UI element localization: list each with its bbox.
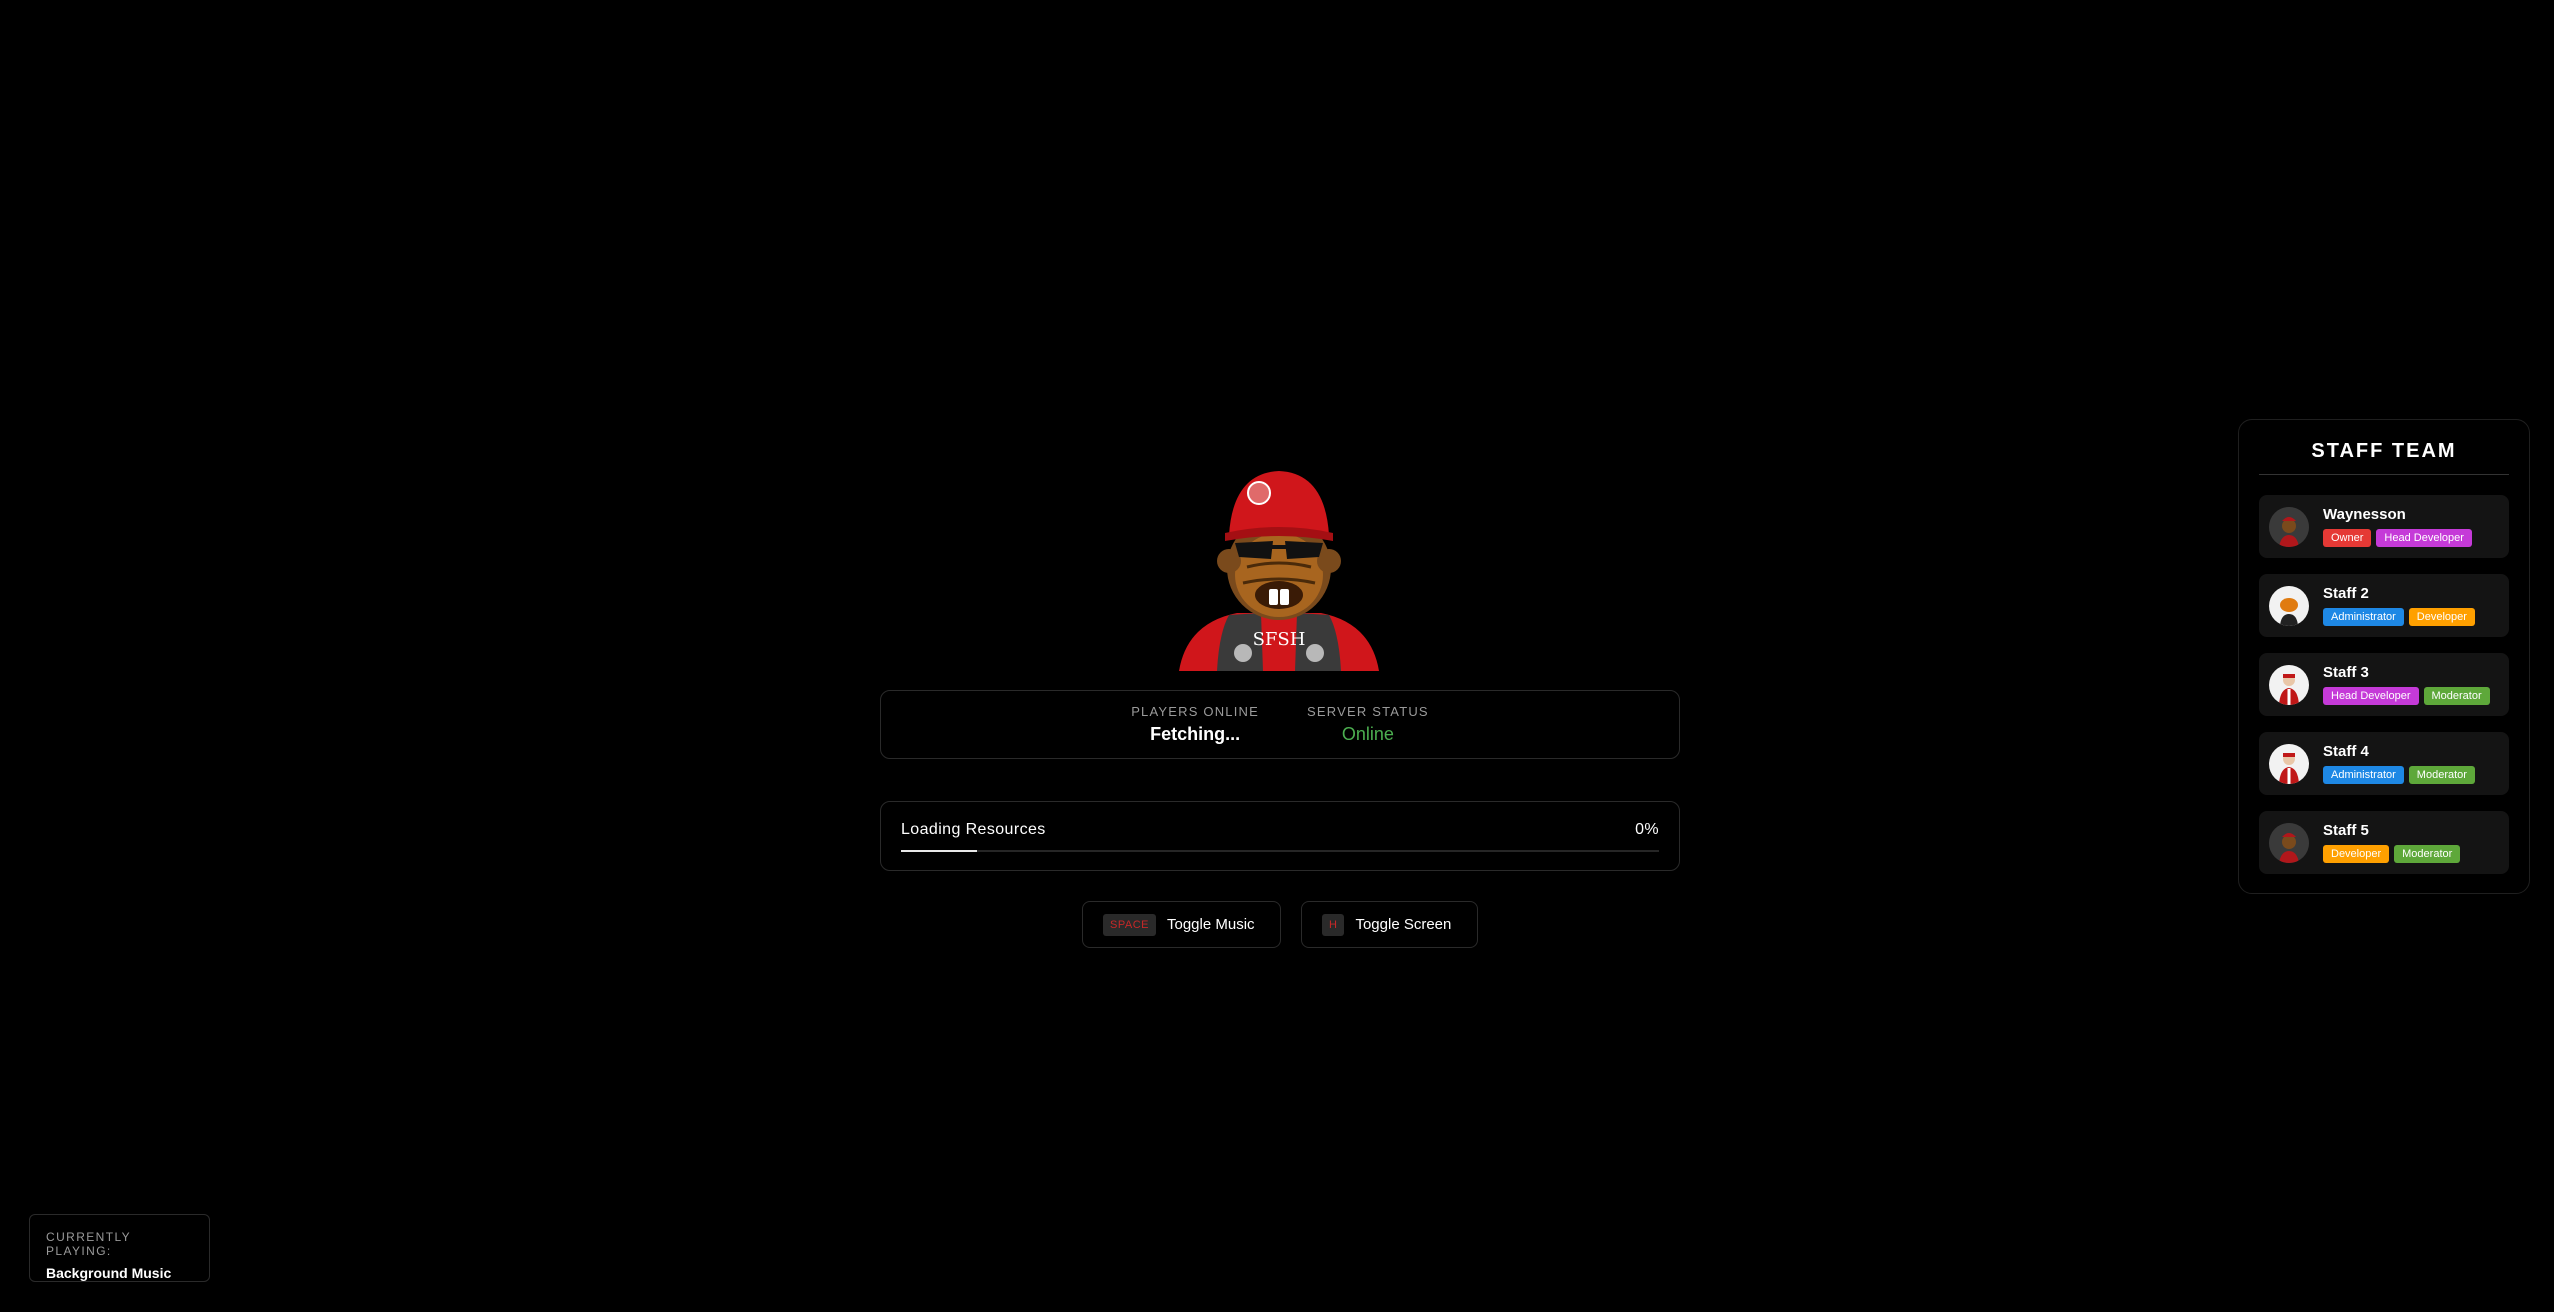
server-info-card: PLAYERS ONLINE Fetching... SERVER STATUS…	[880, 690, 1680, 759]
staff-member: Staff 2 Administrator Developer	[2259, 574, 2509, 637]
toggle-screen-label: Toggle Screen	[1355, 916, 1452, 933]
now-playing-track: Background Music	[46, 1265, 172, 1281]
role-badge: Moderator	[2408, 765, 2475, 785]
server-status-block: SERVER STATUS Online	[1307, 704, 1429, 745]
staff-member-info: Staff 5 Developer Moderator	[2323, 821, 2461, 864]
loading-screen: SFSH PLAYERS ONLINE Fetching... SERVER S…	[0, 0, 2554, 1312]
staff-member-info: Staff 4 Administrator Moderator	[2323, 743, 2475, 785]
space-key-hint: SPACE	[1103, 913, 1156, 936]
staff-member: Staff 5 Developer Moderator	[2259, 811, 2509, 874]
beaver-character-logo: SFSH	[1177, 463, 1381, 671]
role-badge: Administrator	[2323, 765, 2404, 785]
role-badge: Moderator	[2394, 844, 2461, 864]
avatar	[2269, 822, 2309, 863]
staff-member-info: Staff 2 Administrator Developer	[2323, 585, 2475, 627]
staff-member: Staff 4 Administrator Moderator	[2259, 732, 2509, 795]
now-playing-label: CURRENTLY PLAYING:	[46, 1230, 131, 1258]
staff-member-name: Staff 3	[2323, 663, 2369, 681]
loading-label: Loading Resources	[901, 821, 1046, 838]
role-badges: Owner Head Developer	[2323, 528, 2472, 548]
loading-card: Loading Resources 0%	[880, 801, 1680, 871]
staff-member-name: Waynesson	[2323, 505, 2406, 523]
role-badge: Moderator	[2423, 686, 2490, 706]
staff-member-info: Waynesson Owner Head Developer	[2323, 506, 2472, 548]
role-badges: Head Developer Moderator	[2323, 686, 2490, 706]
players-online-block: PLAYERS ONLINE Fetching...	[1131, 704, 1259, 745]
loading-progress-track	[901, 850, 1659, 852]
loading-progress-fill	[901, 850, 977, 852]
staff-member-info: Staff 3 Head Developer Moderator	[2323, 664, 2490, 706]
h-key-hint: H	[1322, 913, 1345, 936]
staff-member: Waynesson Owner Head Developer	[2259, 495, 2509, 558]
staff-team-panel: STAFF TEAM Waynesson Owner Head Developer S…	[2238, 419, 2530, 894]
role-badge: Developer	[2408, 607, 2475, 627]
server-status-label: SERVER STATUS	[1307, 704, 1429, 719]
toggle-screen-button[interactable]: H Toggle Screen	[1301, 901, 1478, 948]
role-badges: Developer Moderator	[2323, 844, 2461, 864]
avatar	[2269, 743, 2309, 784]
avatar	[2269, 585, 2309, 626]
toggle-music-label: Toggle Music	[1166, 916, 1255, 933]
logo-shirt-text: SFSH	[1253, 629, 1306, 650]
role-badges: Administrator Developer	[2323, 607, 2475, 627]
avatar	[2269, 664, 2309, 705]
now-playing-card: CURRENTLY PLAYING: Background Music	[29, 1214, 210, 1282]
role-badge: Developer	[2323, 844, 2390, 864]
role-badge: Administrator	[2323, 607, 2404, 627]
avatar	[2269, 506, 2309, 547]
role-badge: Owner	[2323, 528, 2372, 548]
players-online-value: Fetching...	[1150, 724, 1241, 744]
staff-member-name: Staff 5	[2323, 821, 2369, 839]
staff-team-title: STAFF TEAM	[2259, 440, 2509, 475]
role-badges: Administrator Moderator	[2323, 765, 2475, 785]
staff-list: Waynesson Owner Head Developer Staff 2 Admin…	[2259, 495, 2509, 874]
players-online-label: PLAYERS ONLINE	[1131, 704, 1260, 719]
toggle-music-button[interactable]: SPACE Toggle Music	[1082, 901, 1281, 948]
staff-member-name: Staff 2	[2323, 584, 2369, 602]
loading-percent: 0%	[1635, 821, 1659, 838]
role-badge: Head Developer	[2323, 686, 2419, 706]
staff-member: Staff 3 Head Developer Moderator	[2259, 653, 2509, 716]
server-status-value: Online	[1341, 724, 1394, 744]
staff-member-name: Staff 4	[2323, 742, 2369, 760]
role-badge: Head Developer	[2376, 528, 2472, 548]
